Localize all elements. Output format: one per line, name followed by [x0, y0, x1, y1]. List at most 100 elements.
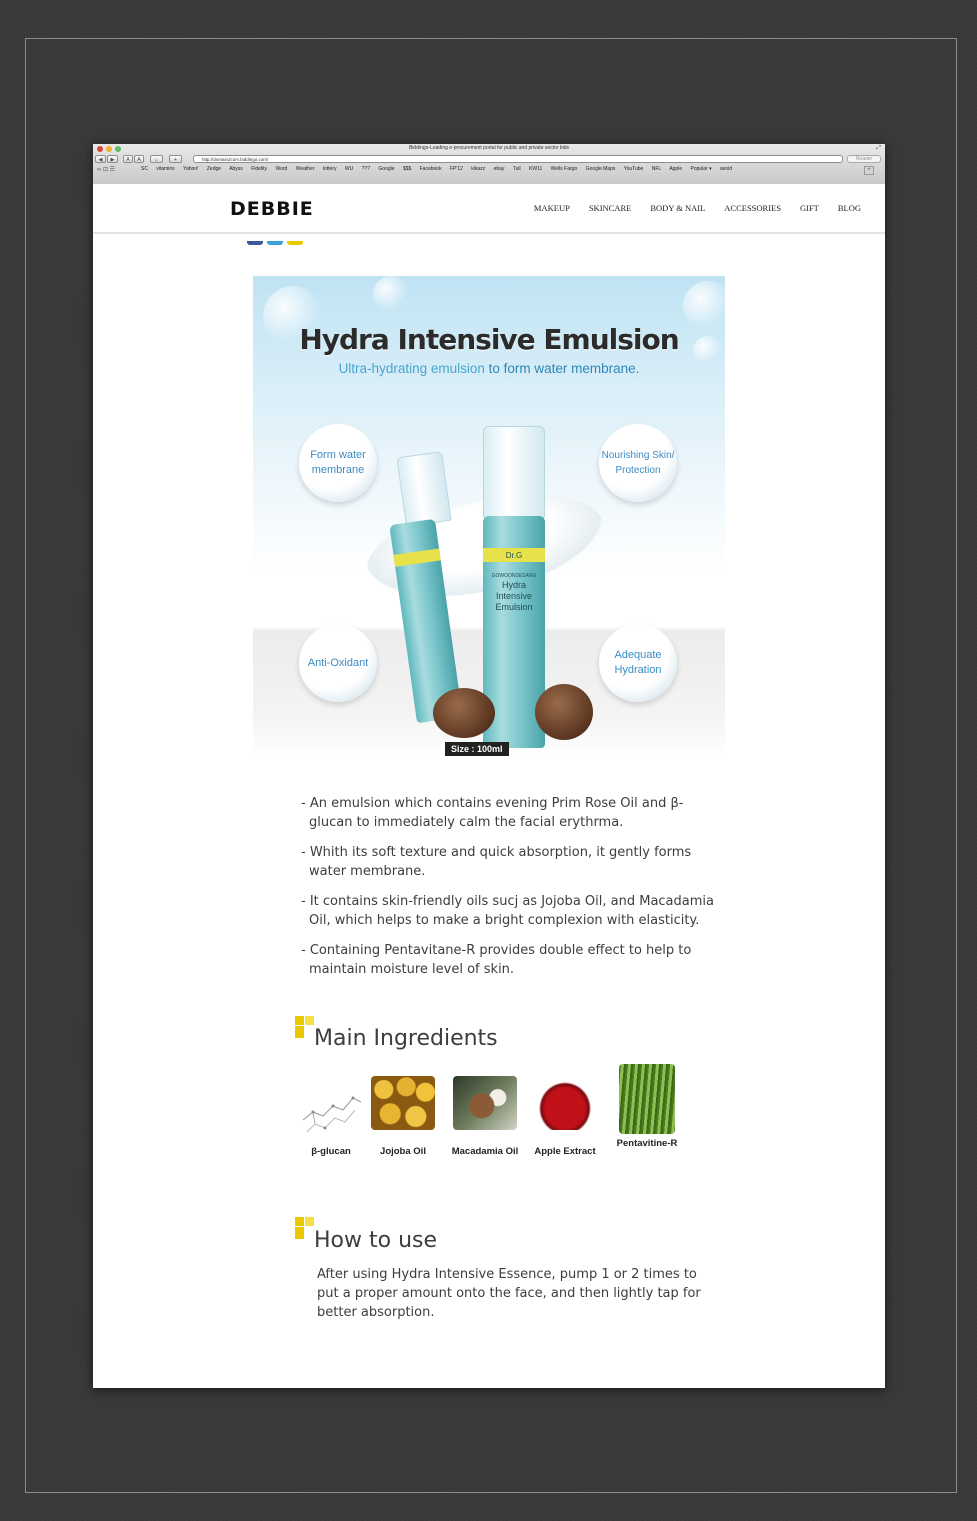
- text-smaller-button[interactable]: A: [123, 155, 133, 163]
- bubble-decoration: [373, 276, 409, 312]
- bookmark-item[interactable]: kikazz: [471, 166, 485, 172]
- bookmark-item[interactable]: vitamins: [156, 166, 174, 172]
- bookmark-item[interactable]: NFL: [652, 166, 661, 172]
- bottle-brand: Dr.G: [505, 551, 523, 560]
- forward-button[interactable]: ▶: [107, 155, 118, 163]
- bottle-product-name: Hydra Intensive Emulsion: [495, 580, 533, 612]
- product-title: Hydra Intensive Emulsion: [299, 323, 679, 356]
- product-description: - An emulsion which contains evening Pri…: [301, 794, 721, 990]
- nav-item-accessories[interactable]: ACCESSORIES: [724, 203, 781, 213]
- main-nav: MAKEUP SKINCARE BODY & NAIL ACCESSORIES …: [534, 203, 861, 213]
- twitter-icon[interactable]: [267, 241, 283, 245]
- how-to-use-text: After using Hydra Intensive Essence, pum…: [317, 1267, 701, 1320]
- bookmark-item[interactable]: WU: [345, 166, 353, 172]
- macadamia-oil-image: [453, 1076, 517, 1130]
- bookmark-item[interactable]: Wells Fargo: [551, 166, 578, 172]
- bookmark-item[interactable]: Google: [378, 166, 394, 172]
- feature-label: Adequate Hydration: [614, 649, 662, 676]
- jojoba-oil-image: [371, 1076, 435, 1130]
- bookmark-item[interactable]: Weather: [296, 166, 315, 172]
- site-header: DEBBIE MAKEUP SKINCARE BODY & NAIL ACCES…: [93, 184, 885, 234]
- bookmark-item[interactable]: Fidelity: [251, 166, 267, 172]
- fullscreen-icon[interactable]: ⤢: [876, 145, 881, 152]
- bookmark-item[interactable]: ???: [362, 166, 370, 172]
- beta-glucan-molecule-image: [299, 1076, 363, 1133]
- browser-toolbar: ◀ ▶ A A ⌂ + http://domain2com.biddingo.c…: [93, 154, 885, 165]
- section-icon: [295, 1016, 314, 1038]
- text-bigger-button[interactable]: A: [134, 155, 144, 163]
- bookmark-item[interactable]: ebay: [494, 166, 505, 172]
- home-button[interactable]: ⌂: [150, 155, 163, 163]
- nav-item-gift[interactable]: GIFT: [800, 203, 819, 213]
- description-item: - Whith its soft texture and quick absor…: [301, 845, 692, 879]
- macadamia-nut: [535, 684, 593, 740]
- browser-window: Biddingo-Leading e-procurement portal fo…: [93, 144, 885, 1388]
- subtitle-highlight: Ultra-hydrating emulsion: [338, 361, 485, 376]
- subtitle-rest: to form water membrane.: [484, 361, 640, 376]
- social-share-bar: [247, 232, 311, 245]
- bookmark-item[interactable]: YouTube: [624, 166, 644, 172]
- bookmark-item[interactable]: Facebook: [420, 166, 442, 172]
- title-bar: Biddingo-Leading e-procurement portal fo…: [93, 144, 885, 154]
- facebook-icon[interactable]: [247, 241, 263, 245]
- feature-bubble-hydration: Adequate Hydration: [599, 624, 677, 702]
- nav-item-skincare[interactable]: SKINCARE: [589, 203, 632, 213]
- feature-label: Nourishing Skin/ Protection: [601, 450, 675, 476]
- ingredient-item: Macadamia Oil: [448, 1076, 522, 1157]
- ingredient-item: Pentavitine-R: [612, 1064, 682, 1149]
- ingredient-item: Jojoba Oil: [370, 1076, 436, 1157]
- bottle-cap: [396, 451, 452, 527]
- reader-button[interactable]: Reader: [847, 155, 881, 163]
- description-item: - An emulsion which contains evening Pri…: [301, 796, 684, 830]
- macadamia-nut: [433, 688, 495, 738]
- bookmark-item[interactable]: FP'12: [450, 166, 463, 172]
- feature-label: Form water membrane: [310, 449, 366, 476]
- add-icon[interactable]: +: [864, 166, 874, 175]
- add-bookmark-button[interactable]: +: [169, 155, 182, 163]
- ingredient-label: Macadamia Oil: [451, 1146, 519, 1157]
- feature-bubble-nourishing: Nourishing Skin/ Protection: [599, 424, 677, 502]
- feature-bubble-anti-oxidant: Anti-Oxidant: [299, 624, 377, 702]
- bookmark-item[interactable]: Apple: [669, 166, 682, 172]
- bookmark-item[interactable]: Abyss: [229, 166, 243, 172]
- bookmark-item[interactable]: Popular ▾: [691, 166, 712, 172]
- bookmark-item[interactable]: Google Maps: [586, 166, 616, 172]
- feature-label: Anti-Oxidant: [307, 656, 369, 669]
- browser-chrome: Biddingo-Leading e-procurement portal fo…: [93, 144, 885, 185]
- share-icon[interactable]: [287, 241, 303, 245]
- description-item: - Containing Pentavitane-R provides doub…: [301, 943, 692, 977]
- bookmark-item[interactable]: Word: [275, 166, 287, 172]
- ingredients-heading: Main Ingredients: [314, 1026, 498, 1051]
- product-hero-image: Hydra Intensive Emulsion Ultra-hydrating…: [253, 276, 725, 756]
- bookmark-item[interactable]: lottery: [323, 166, 337, 172]
- bottle-cap: [483, 426, 545, 518]
- ingredient-item: Apple Extract: [528, 1076, 602, 1157]
- bookmark-item[interactable]: $$$: [403, 166, 411, 172]
- bookmarks-bar: ∞ ⊡ ☰ SC vitamins Yahoo! Zedge Abyss Fid…: [93, 165, 885, 175]
- section-icon: [295, 1217, 314, 1239]
- bookmark-item[interactable]: SC: [141, 166, 148, 172]
- ingredient-label: Jojoba Oil: [380, 1146, 426, 1157]
- apple-extract-image: [533, 1076, 597, 1130]
- bookmark-item[interactable]: Tull: [513, 166, 521, 172]
- nav-item-blog[interactable]: BLOG: [838, 203, 861, 213]
- ingredient-item: β-glucan: [298, 1076, 364, 1157]
- feature-bubble-water-membrane: Form water membrane: [299, 424, 377, 502]
- bookmark-item[interactable]: avoid: [720, 166, 732, 172]
- back-button[interactable]: ◀: [95, 155, 106, 163]
- ingredient-label: Pentavitine-R: [616, 1138, 678, 1149]
- site-logo[interactable]: DEBBIE: [230, 198, 314, 220]
- bookmark-item[interactable]: Zedge: [207, 166, 221, 172]
- ingredient-label: Apple Extract: [534, 1146, 596, 1157]
- ingredients-list: β-glucan Jojoba Oil Macadamia Oil Apple …: [298, 1064, 698, 1176]
- bookmark-item[interactable]: Yahoo!: [183, 166, 198, 172]
- address-bar[interactable]: http://domain2com.biddingo.com/: [193, 155, 843, 163]
- product-subtitle: Ultra-hydrating emulsion to form water m…: [253, 361, 725, 376]
- how-to-use-heading: How to use: [314, 1228, 438, 1253]
- description-item: - It contains skin-friendly oils sucj as…: [301, 894, 714, 928]
- reading-list-icon[interactable]: ∞ ⊡ ☰: [97, 166, 115, 175]
- pentavitine-r-image: [619, 1064, 675, 1134]
- nav-item-body-nail[interactable]: BODY & NAIL: [650, 203, 705, 213]
- nav-item-makeup[interactable]: MAKEUP: [534, 203, 570, 213]
- bookmark-item[interactable]: KW11: [529, 166, 542, 172]
